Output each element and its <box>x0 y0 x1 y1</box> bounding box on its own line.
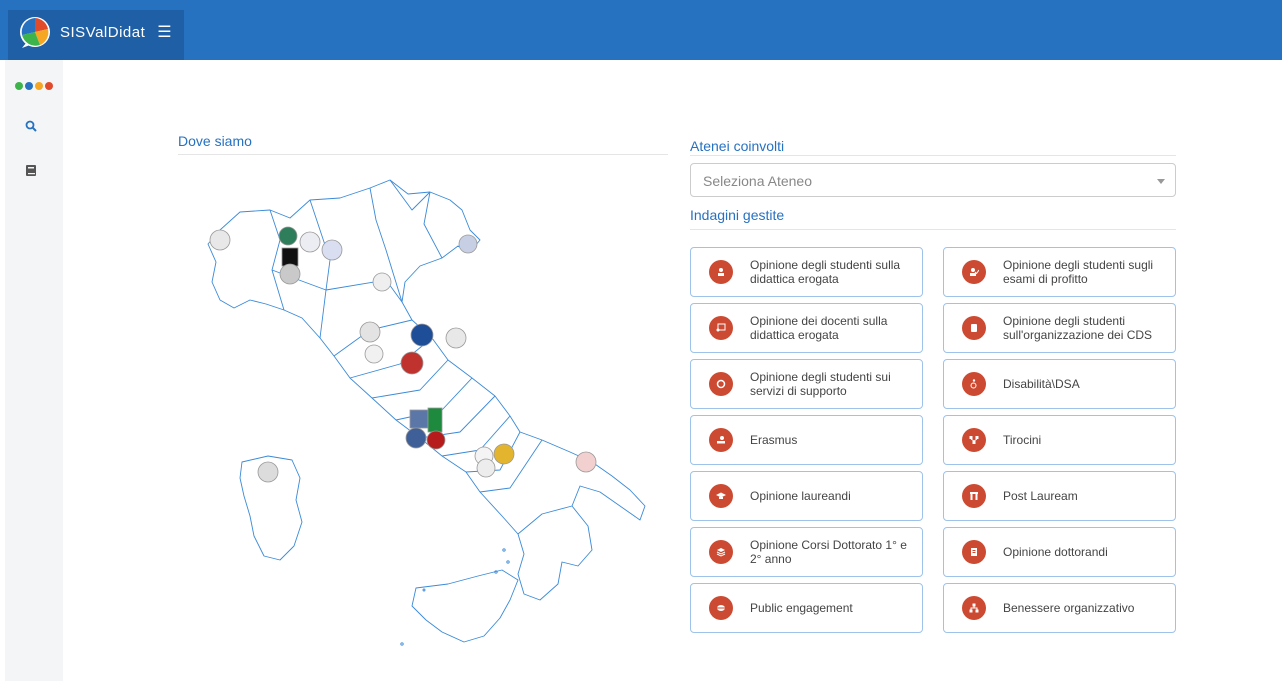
sidebar-item-search[interactable] <box>21 116 41 136</box>
layers-icon <box>709 540 733 564</box>
survey-card-label: Opinione laureandi <box>750 489 851 503</box>
survey-card-teachers-teaching[interactable]: Opinione dei docenti sulla didattica ero… <box>690 303 923 353</box>
top-navbar: SISValDidat ☰ <box>0 0 1282 60</box>
brand-dots-icon <box>15 82 53 90</box>
university-marker <box>445 327 467 349</box>
app-name: SISValDidat <box>60 23 146 41</box>
divider <box>690 155 1176 156</box>
university-marker <box>321 239 343 261</box>
org-chart-icon <box>962 596 986 620</box>
caret-down-icon <box>1157 179 1165 184</box>
italy-map <box>207 179 646 646</box>
survey-card-label: Disabilità\DSA <box>1003 377 1080 391</box>
survey-card-label: Opinione degli studenti sui servizi di s… <box>750 370 891 398</box>
university-marker <box>359 321 381 343</box>
university-marker <box>575 451 597 473</box>
survey-card-support-services[interactable]: Opinione degli studenti sui servizi di s… <box>690 359 923 409</box>
university-marker <box>427 407 443 433</box>
survey-card-label: Post Lauream <box>1003 489 1078 503</box>
university-marker <box>410 323 434 347</box>
life-ring-icon <box>709 372 733 396</box>
university-marker <box>409 409 429 429</box>
university-marker <box>458 234 478 254</box>
survey-card-label: Tirocini <box>1003 433 1042 447</box>
university-marker <box>257 461 279 483</box>
chalkboard-teacher-icon <box>709 316 733 340</box>
italy-mainland-outline <box>207 179 646 601</box>
globe-hand-icon <box>709 428 733 452</box>
survey-card-label: Opinione dei docenti sulla didattica ero… <box>750 314 888 342</box>
university-marker <box>279 263 301 285</box>
sidebar <box>5 60 63 681</box>
survey-card-public-engagement[interactable]: Public engagement <box>690 583 923 633</box>
university-marker <box>426 430 446 450</box>
survey-card-label: Opinione degli studenti sulla didattica … <box>750 258 901 286</box>
survey-card-post-lauream[interactable]: Post Lauream <box>943 471 1176 521</box>
survey-card-erasmus[interactable]: Erasmus <box>690 415 923 465</box>
record-icon <box>709 596 733 620</box>
survey-card-cds-organization[interactable]: Opinione degli studenti sull'organizzazi… <box>943 303 1176 353</box>
university-marker <box>278 226 298 246</box>
university-marker <box>364 344 384 364</box>
university-marker <box>299 231 321 253</box>
network-icon <box>962 428 986 452</box>
survey-card-students-exams[interactable]: Opinione degli studenti sugli esami di p… <box>943 247 1176 297</box>
survey-card-label: Public engagement <box>750 601 853 615</box>
divider <box>690 229 1176 230</box>
survey-card-label: Opinione degli studenti sugli esami di p… <box>1003 258 1154 286</box>
accessibility-icon <box>962 372 986 396</box>
university-marker <box>405 427 427 449</box>
archway-icon <box>962 484 986 508</box>
hamburger-icon[interactable]: ☰ <box>157 22 171 42</box>
sicily-outline <box>411 569 519 643</box>
survey-card-internships[interactable]: Tirocini <box>943 415 1176 465</box>
sidebar-item-book[interactable] <box>21 160 41 180</box>
survey-card-disability[interactable]: Disabilità\DSA <box>943 359 1176 409</box>
survey-card-phd-students[interactable]: Opinione dottorandi <box>943 527 1176 577</box>
brand[interactable]: SISValDidat ☰ <box>8 10 184 60</box>
university-marker <box>372 272 392 292</box>
survey-card-organizational-wellbeing[interactable]: Benessere organizzativo <box>943 583 1176 633</box>
survey-card-label: Erasmus <box>750 433 798 447</box>
survey-card-label: Benessere organizzativo <box>1003 601 1135 615</box>
universities-title: Atenei coinvolti <box>690 138 785 154</box>
university-marker <box>400 351 424 375</box>
university-select[interactable]: Seleziona Ateneo <box>690 163 1176 197</box>
divider <box>178 154 668 155</box>
student-icon <box>709 260 733 284</box>
survey-card-graduates[interactable]: Opinione laureandi <box>690 471 923 521</box>
survey-card-label: Opinione degli studenti sull'organizzazi… <box>1003 314 1153 342</box>
university-marker <box>476 458 496 478</box>
survey-card-label: Opinione Corsi Dottorato 1° e 2° anno <box>750 538 907 566</box>
document-icon <box>962 540 986 564</box>
university-marker <box>281 247 299 267</box>
user-check-icon <box>962 260 986 284</box>
graduation-cap-icon <box>709 484 733 508</box>
university-select-placeholder: Seleziona Ateneo <box>703 173 812 189</box>
search-icon <box>25 120 37 132</box>
survey-card-label: Opinione dottorandi <box>1003 545 1108 559</box>
university-marker <box>493 443 515 465</box>
survey-card-students-teaching[interactable]: Opinione degli studenti sulla didattica … <box>690 247 923 297</box>
scroll-icon <box>962 316 986 340</box>
book-icon <box>26 164 36 176</box>
map-section-title: Dove siamo <box>178 133 252 149</box>
app-logo-icon <box>20 17 50 48</box>
university-marker <box>209 229 231 251</box>
surveys-title: Indagini gestite <box>690 207 785 223</box>
survey-card-phd-courses[interactable]: Opinione Corsi Dottorato 1° e 2° anno <box>690 527 923 577</box>
